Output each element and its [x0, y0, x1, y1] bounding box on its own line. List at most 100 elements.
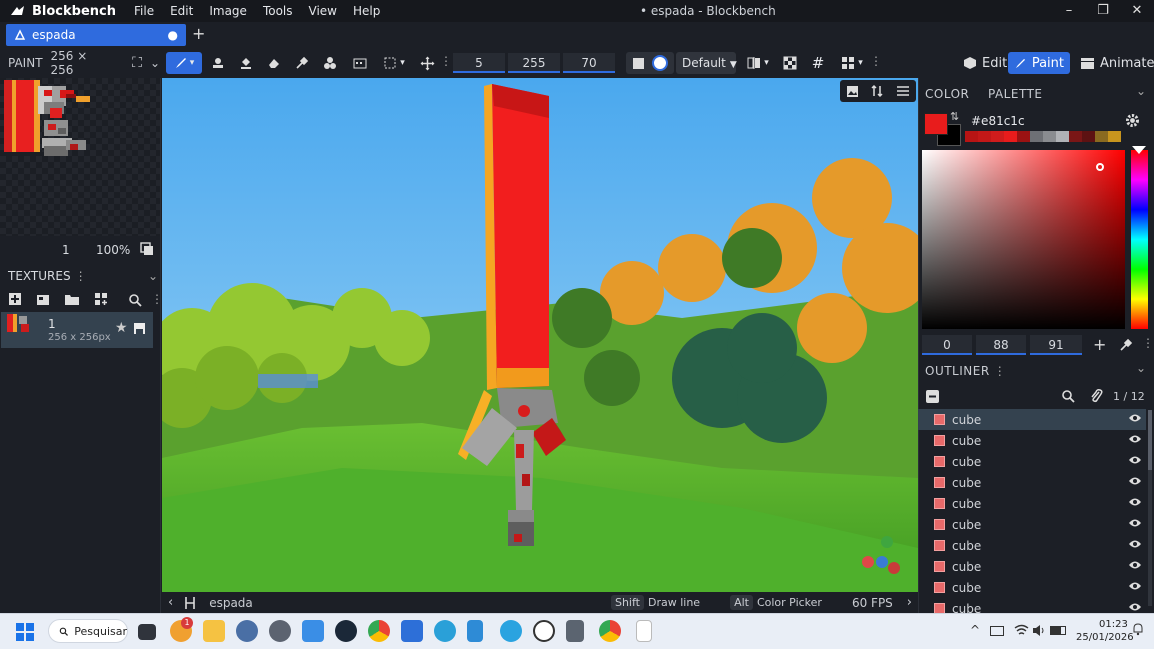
sort-icon[interactable]: [870, 84, 884, 98]
swap-colors-icon[interactable]: ⇅: [950, 110, 959, 123]
outliner-item-cube[interactable]: cube: [918, 514, 1146, 535]
chrome-profile-icon[interactable]: [599, 620, 621, 642]
mode-animate-button[interactable]: Animate: [1074, 52, 1154, 74]
outliner-item-cube[interactable]: cube: [918, 451, 1146, 472]
tab-palette[interactable]: PALETTE: [988, 87, 1042, 101]
color-picker-handle[interactable]: [1096, 163, 1104, 171]
chevron-up-icon[interactable]: ^: [970, 623, 980, 637]
add-cube-icon[interactable]: [925, 389, 940, 404]
eraser-tool-button[interactable]: [264, 52, 284, 74]
gear-icon[interactable]: [1125, 113, 1140, 128]
outliner-item-cube[interactable]: cube: [918, 493, 1146, 514]
search-icon[interactable]: [1061, 389, 1075, 403]
gradient-tool-button[interactable]: [350, 52, 370, 74]
more-options-icon[interactable]: ⋮: [75, 269, 87, 283]
eye-icon[interactable]: [1128, 433, 1142, 447]
pixel-grid-button[interactable]: #: [808, 52, 828, 74]
palette-swatch[interactable]: [1082, 131, 1095, 142]
search-icon[interactable]: [128, 293, 142, 307]
hue-input[interactable]: 0: [922, 335, 972, 355]
palette-swatch[interactable]: [1004, 131, 1017, 142]
chevron-left-icon[interactable]: ‹: [168, 595, 173, 610]
chevron-down-icon[interactable]: ⌄: [1136, 84, 1146, 98]
palette-swatch[interactable]: [1056, 131, 1069, 142]
more-options-icon[interactable]: ⋮: [440, 54, 452, 68]
settings-app-icon[interactable]: [236, 620, 258, 642]
fullscreen-icon[interactable]: ⛶: [132, 55, 142, 71]
add-color-icon[interactable]: +: [1093, 335, 1106, 354]
3d-viewport[interactable]: [162, 78, 918, 592]
chevron-down-icon[interactable]: ⌄: [148, 269, 158, 283]
brush-opacity-input[interactable]: 255: [508, 53, 560, 73]
new-tab-icon[interactable]: +: [192, 24, 205, 43]
menu-image[interactable]: Image: [209, 4, 247, 18]
document-icon[interactable]: [636, 620, 652, 642]
store-icon[interactable]: [401, 620, 423, 642]
stamp-tool-button[interactable]: [208, 52, 228, 74]
view-layout-button[interactable]: ▾: [836, 52, 868, 74]
brush-softness-input[interactable]: 70: [563, 53, 615, 73]
palette-swatch[interactable]: [1095, 131, 1108, 142]
selection-tool-button[interactable]: ▾: [378, 52, 410, 74]
brush-tool-button[interactable]: ▾: [166, 52, 202, 74]
square-brush-icon[interactable]: [632, 57, 644, 69]
taskbar-search[interactable]: Pesquisar: [48, 619, 128, 643]
calculator-icon[interactable]: [566, 620, 584, 642]
palette-swatch[interactable]: [991, 131, 1004, 142]
tab-espada[interactable]: espada ●: [6, 24, 186, 46]
mode-paint-button[interactable]: Paint: [1008, 52, 1070, 74]
keyboard-icon[interactable]: [990, 626, 1004, 636]
eyedropper-icon[interactable]: [1119, 338, 1133, 352]
palette-swatch[interactable]: [978, 131, 991, 142]
menu-file[interactable]: File: [134, 4, 154, 18]
clock-date[interactable]: 25/01/2026: [1076, 632, 1134, 643]
tab-color[interactable]: COLOR: [925, 87, 969, 101]
fill-tool-button[interactable]: [236, 52, 256, 74]
outliner-item-cube[interactable]: cube: [918, 409, 1146, 430]
eye-icon[interactable]: [1128, 454, 1142, 468]
color-picker-tool-button[interactable]: [292, 52, 312, 74]
value-input[interactable]: 91: [1030, 335, 1082, 355]
primary-color-swatch[interactable]: [924, 113, 948, 135]
paperclip-icon[interactable]: [1089, 388, 1103, 403]
more-options-icon[interactable]: ⋮: [870, 54, 882, 68]
outliner-item-cube[interactable]: cube: [918, 577, 1146, 598]
palette-swatch[interactable]: [1030, 131, 1043, 142]
color-hex-value[interactable]: #e81c1c: [971, 114, 1025, 128]
wifi-icon[interactable]: [1014, 624, 1029, 637]
clock-time[interactable]: 01:23: [1099, 619, 1128, 630]
uv-texture-canvas[interactable]: [0, 78, 160, 236]
palette-swatch[interactable]: [1108, 131, 1121, 142]
lock-alpha-button[interactable]: [780, 52, 800, 74]
eye-icon[interactable]: [1128, 517, 1142, 531]
notification-bell-icon[interactable]: [1131, 622, 1145, 636]
eye-icon[interactable]: [1128, 496, 1142, 510]
close-button[interactable]: ✕: [1120, 0, 1154, 22]
hue-slider-handle[interactable]: [1132, 146, 1146, 154]
windows-start-icon[interactable]: [16, 623, 34, 641]
outliner-item-cube[interactable]: cube: [918, 472, 1146, 493]
telegram-icon[interactable]: [500, 620, 522, 642]
menu-view[interactable]: View: [309, 4, 337, 18]
hue-slider[interactable]: [1131, 146, 1148, 329]
eye-icon[interactable]: [1128, 475, 1142, 489]
palette-swatch[interactable]: [1017, 131, 1030, 142]
more-options-icon[interactable]: ⋮: [994, 364, 1006, 378]
eye-icon[interactable]: [1128, 538, 1142, 552]
outliner-item-cube[interactable]: cube: [918, 556, 1146, 577]
menu-icon[interactable]: [896, 85, 910, 97]
chevron-down-icon[interactable]: ⌄: [1136, 361, 1146, 375]
brush-shape-toggle[interactable]: [626, 52, 674, 74]
volume-icon[interactable]: [1032, 624, 1046, 637]
copy-icon[interactable]: [140, 242, 154, 256]
eye-icon[interactable]: [1128, 580, 1142, 594]
task-view-icon[interactable]: [138, 624, 156, 640]
app-icon-3[interactable]: [434, 620, 456, 642]
chrome-icon[interactable]: [368, 620, 390, 642]
outliner-item-cube[interactable]: cube: [918, 535, 1146, 556]
notepad-icon[interactable]: [467, 620, 483, 642]
brush-size-input[interactable]: 5: [453, 53, 505, 73]
outliner-scrollbar[interactable]: [1148, 410, 1152, 606]
add-texture-icon[interactable]: [8, 292, 22, 306]
minimize-button[interactable]: –: [1052, 0, 1086, 22]
